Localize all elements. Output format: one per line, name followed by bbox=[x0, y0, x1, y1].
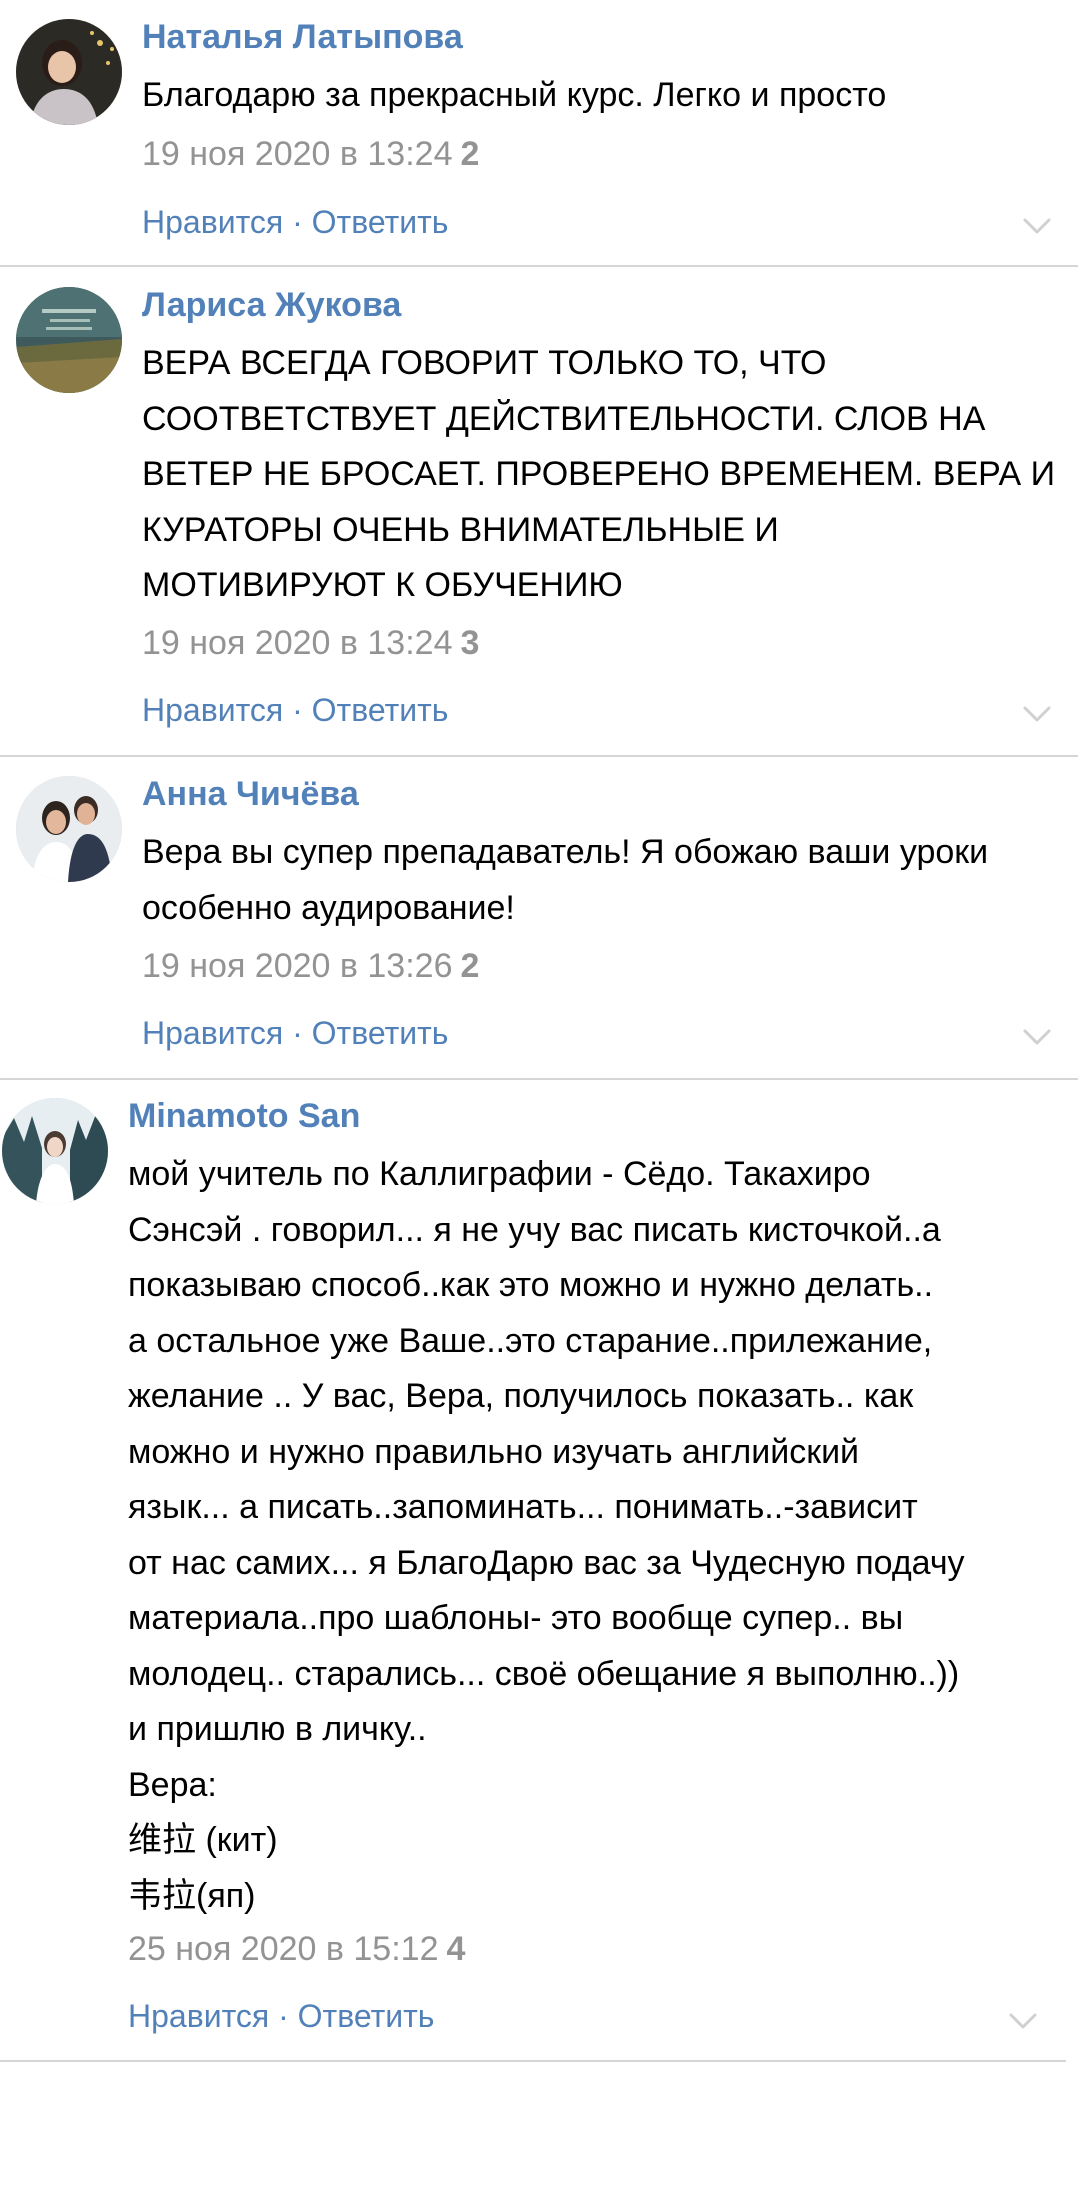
like-link[interactable]: Нравится bbox=[142, 692, 283, 728]
comment-text: мой учитель по Каллиграфии - Сёдо. Таках… bbox=[128, 1147, 1068, 1924]
comment-text-line: ВЕТЕР НЕ БРОСАЕТ. ПРОВЕРЕНО ВРЕМЕНЕМ. ВЕ… bbox=[142, 455, 1056, 493]
comment-meta: 19 ноя 2020 в 13:24 2 bbox=[142, 134, 479, 174]
like-link[interactable]: Нравится bbox=[142, 1015, 283, 1051]
comment-text-line: ВЕРА ВСЕГДА ГОВОРИТ ТОЛЬКО ТО, ЧТО bbox=[142, 344, 827, 382]
like-count: 3 bbox=[460, 624, 480, 662]
comment-text-line: 维拉 (кит) bbox=[128, 1821, 278, 1859]
user-avatar-icon bbox=[16, 19, 122, 125]
comment-author[interactable]: Лариса Жукова bbox=[142, 285, 401, 325]
action-separator: · bbox=[269, 1998, 298, 2034]
action-separator: · bbox=[283, 692, 312, 728]
comment-text-line: молодец.. старались... своё обещание я в… bbox=[128, 1654, 960, 1693]
avatar[interactable] bbox=[16, 287, 122, 393]
comment-text-line: от нас самих... я БлагоДарю вас за Чудес… bbox=[128, 1543, 965, 1582]
comment-actions: Нравится · Ответить bbox=[142, 1013, 448, 1053]
divider bbox=[0, 1078, 1078, 1080]
comment-text-line: СООТВЕТСТВУЕТ ДЕЙСТВИТЕЛЬНОСТИ. СЛОВ НА bbox=[142, 399, 986, 438]
action-separator: · bbox=[283, 1015, 312, 1051]
comment-text-line: КУРАТОРЫ ОЧЕНЬ ВНИМАТЕЛЬНЫЕ И bbox=[142, 510, 779, 549]
like-count: 2 bbox=[460, 135, 480, 173]
comment-meta: 19 ноя 2020 в 13:26 2 bbox=[142, 946, 479, 986]
avatar[interactable] bbox=[16, 776, 122, 882]
comment-text: ВЕРА ВСЕГДА ГОВОРИТ ТОЛЬКО ТО, ЧТО СООТВ… bbox=[142, 336, 1080, 614]
comment-text-line: Вера: bbox=[128, 1765, 217, 1804]
comment-text-line: мой учитель по Каллиграфии - Сёдо. Таках… bbox=[128, 1155, 871, 1193]
divider bbox=[0, 2060, 1066, 2062]
chevron-down-icon[interactable] bbox=[1022, 1027, 1052, 1047]
comment-date[interactable]: 19 ноя 2020 в 13:26 bbox=[142, 947, 452, 985]
comment-author[interactable]: Анна Чичёва bbox=[142, 774, 359, 814]
like-count: 2 bbox=[460, 947, 480, 985]
comment-actions: Нравится · Ответить bbox=[142, 202, 448, 242]
comment-author[interactable]: Наталья Латыпова bbox=[142, 17, 463, 57]
comment-text-line: желание .. У вас, Вера, получилось показ… bbox=[128, 1377, 914, 1415]
comment-actions: Нравится · Ответить bbox=[142, 690, 448, 730]
comment-text-line: 韦拉(яп) bbox=[128, 1876, 256, 1915]
divider bbox=[0, 265, 1078, 267]
comment-text-line: МОТИВИРУЮТ К ОБУЧЕНИЮ bbox=[142, 566, 623, 604]
like-link[interactable]: Нравится bbox=[142, 204, 283, 240]
comment-text-line: а остальное уже Ваше..это старание..прил… bbox=[128, 1321, 933, 1360]
comment-meta: 25 ноя 2020 в 15:12 4 bbox=[128, 1929, 465, 1969]
avatar[interactable] bbox=[2, 1098, 108, 1204]
action-separator: · bbox=[283, 204, 312, 240]
comment-text-line: Вера вы супер препадаватель! Я обожаю ва… bbox=[142, 833, 989, 871]
like-count: 4 bbox=[446, 1930, 466, 1968]
comment-text-line: особенно аудирование! bbox=[142, 888, 515, 927]
comment-text: Вера вы супер препадаватель! Я обожаю ва… bbox=[142, 825, 1080, 936]
comment-text-line: можно и нужно правильно изучать английск… bbox=[128, 1432, 860, 1471]
user-avatar-icon bbox=[16, 287, 122, 393]
user-avatar-icon bbox=[16, 776, 122, 882]
comment-meta: 19 ноя 2020 в 13:24 3 bbox=[142, 623, 479, 663]
comment-author[interactable]: Minamoto San bbox=[128, 1096, 360, 1136]
reply-link[interactable]: Ответить bbox=[312, 1015, 449, 1051]
user-avatar-icon bbox=[2, 1098, 108, 1204]
comment-date[interactable]: 19 ноя 2020 в 13:24 bbox=[142, 135, 452, 173]
chevron-down-icon[interactable] bbox=[1022, 216, 1052, 236]
divider bbox=[0, 755, 1078, 757]
comment-date[interactable]: 25 ноя 2020 в 15:12 bbox=[128, 1930, 438, 1968]
comment-text: Благодарю за прекрасный курс. Легко и пр… bbox=[142, 68, 1080, 124]
chevron-down-icon[interactable] bbox=[1022, 704, 1052, 724]
reply-link[interactable]: Ответить bbox=[312, 204, 449, 240]
comment-date[interactable]: 19 ноя 2020 в 13:24 bbox=[142, 624, 452, 662]
avatar[interactable] bbox=[16, 19, 122, 125]
comments-feed: Наталья Латыпова Благодарю за прекрасный… bbox=[0, 0, 1080, 2200]
comment-text-line: Сэнсэй . говорил... я не учу вас писать … bbox=[128, 1210, 941, 1249]
comment-text-line: показываю способ..как это можно и нужно … bbox=[128, 1266, 934, 1304]
comment-text-line: язык... а писать..запоминать... понимать… bbox=[128, 1488, 918, 1526]
comment-text-line: Благодарю за прекрасный курс. Легко и пр… bbox=[142, 76, 887, 114]
comment-actions: Нравится · Ответить bbox=[128, 1996, 434, 2036]
comment-text-line: материала..про шаблоны- это вообще супер… bbox=[128, 1599, 904, 1637]
comment-text-line: и пришлю в личку.. bbox=[128, 1710, 427, 1748]
like-link[interactable]: Нравится bbox=[128, 1998, 269, 2034]
chevron-down-icon[interactable] bbox=[1008, 2011, 1038, 2031]
reply-link[interactable]: Ответить bbox=[312, 692, 449, 728]
reply-link[interactable]: Ответить bbox=[298, 1998, 435, 2034]
